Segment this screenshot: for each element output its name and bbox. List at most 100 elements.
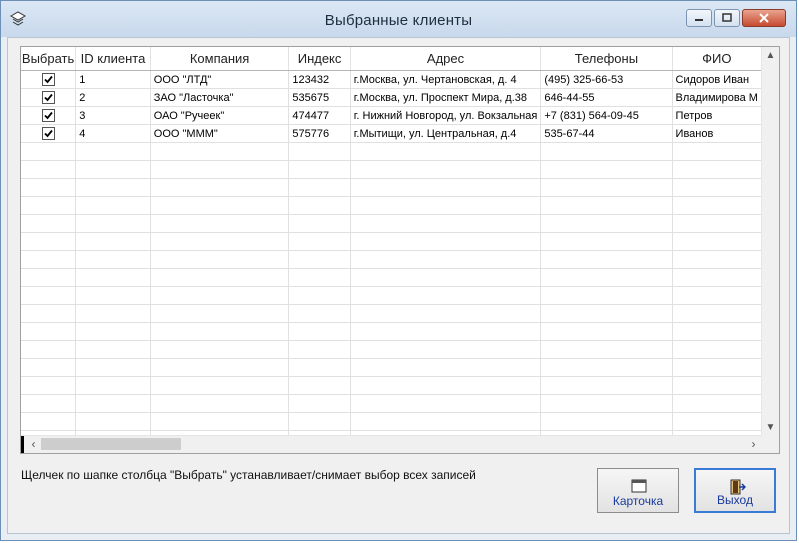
empty-cell	[288, 286, 351, 305]
empty-cell	[150, 286, 290, 305]
cell-index[interactable]: 474477	[288, 106, 351, 125]
empty-row	[21, 232, 762, 251]
column-header-fio[interactable]: ФИО	[672, 47, 762, 71]
table-row[interactable]: 3 ОАО "Ручеек" 474477 г. Нижний Новгород, у…	[21, 106, 762, 125]
cell-fio[interactable]: Владимирова М	[672, 88, 762, 107]
select-cell[interactable]	[21, 124, 77, 143]
select-cell[interactable]	[21, 106, 77, 125]
empty-cell	[75, 376, 151, 395]
cell-address[interactable]: г.Мытищи, ул. Центральная, д.4	[350, 124, 542, 143]
empty-cell	[21, 178, 77, 197]
select-checkbox[interactable]	[41, 127, 55, 140]
minimize-button[interactable]	[686, 9, 712, 27]
empty-cell	[150, 232, 290, 251]
empty-cell	[75, 232, 151, 251]
column-header-id[interactable]: ID клиента	[75, 47, 151, 71]
empty-cell	[540, 394, 673, 413]
empty-cell	[21, 268, 77, 287]
cell-phones[interactable]: 646-44-55	[540, 88, 673, 107]
empty-cell	[150, 142, 290, 161]
scroll-right-icon[interactable]: ›	[745, 436, 762, 453]
cell-index[interactable]: 575776	[288, 124, 351, 143]
empty-cell	[350, 268, 542, 287]
vertical-scrollbar[interactable]: ▲ ▼	[761, 47, 779, 436]
empty-cell	[75, 322, 151, 341]
empty-cell	[75, 214, 151, 233]
title-bar[interactable]: Выбранные клиенты	[1, 1, 796, 37]
select-checkbox[interactable]	[41, 91, 55, 104]
empty-cell	[21, 286, 77, 305]
column-header-index[interactable]: Индекс	[288, 47, 351, 71]
cell-id[interactable]: 1	[75, 70, 151, 89]
empty-row	[21, 412, 762, 431]
cell-address[interactable]: г. Нижний Новгород, ул. Вокзальная	[350, 106, 542, 125]
scroll-down-icon[interactable]: ▼	[762, 419, 779, 436]
cell-phones[interactable]: +7 (831) 564-09-45	[540, 106, 673, 125]
cell-phones[interactable]: (495) 325-66-53	[540, 70, 673, 89]
column-header-address[interactable]: Адрес	[350, 47, 542, 71]
empty-cell	[288, 160, 351, 179]
scroll-up-icon[interactable]: ▲	[762, 47, 779, 64]
cell-phones[interactable]: 535-67-44	[540, 124, 673, 143]
empty-row	[21, 178, 762, 197]
empty-cell	[150, 322, 290, 341]
cell-address[interactable]: г.Москва, ул. Проспект Мира, д.38	[350, 88, 542, 107]
table-row[interactable]: 1 ООО "ЛТД" 123432 г.Москва, ул. Чертановск…	[21, 70, 762, 89]
column-header-select[interactable]: Выбрать	[21, 47, 77, 71]
cell-index[interactable]: 535675	[288, 88, 351, 107]
column-header-company[interactable]: Компания	[150, 47, 290, 71]
cell-company[interactable]: ООО "МММ"	[150, 124, 290, 143]
empty-cell	[350, 286, 542, 305]
empty-cell	[288, 232, 351, 251]
empty-cell	[540, 196, 673, 215]
horizontal-scroll-thumb[interactable]	[41, 438, 181, 450]
cell-company[interactable]: ООО "ЛТД"	[150, 70, 290, 89]
cell-id[interactable]: 2	[75, 88, 151, 107]
empty-cell	[288, 376, 351, 395]
empty-cell	[540, 376, 673, 395]
empty-cell	[21, 376, 77, 395]
empty-cell	[350, 412, 542, 431]
maximize-button[interactable]	[714, 9, 740, 27]
empty-row	[21, 304, 762, 323]
column-header-phones[interactable]: Телефоны	[540, 47, 673, 71]
select-cell[interactable]	[21, 70, 77, 89]
cell-address[interactable]: г.Москва, ул. Чертановская, д. 4	[350, 70, 542, 89]
card-button[interactable]: Карточка	[597, 468, 679, 513]
clients-grid[interactable]: Выбрать ID клиента Компания Индекс Адрес…	[20, 46, 780, 454]
empty-row	[21, 322, 762, 341]
select-checkbox[interactable]	[41, 109, 55, 122]
cell-company[interactable]: ЗАО "Ласточка"	[150, 88, 290, 107]
empty-cell	[150, 394, 290, 413]
close-button[interactable]	[742, 9, 786, 27]
table-row[interactable]: 4 ООО "МММ" 575776 г.Мытищи, ул. Центральна…	[21, 124, 762, 143]
empty-cell	[21, 142, 77, 161]
empty-row	[21, 286, 762, 305]
empty-cell	[540, 268, 673, 287]
select-checkbox[interactable]	[41, 73, 55, 86]
empty-cell	[350, 394, 542, 413]
select-cell[interactable]	[21, 88, 77, 107]
clients-table: Выбрать ID клиента Компания Индекс Адрес…	[21, 47, 762, 436]
horizontal-scrollbar[interactable]: ‹ ›	[21, 435, 762, 453]
empty-cell	[350, 322, 542, 341]
empty-cell	[288, 304, 351, 323]
window-title: Выбранные клиенты	[324, 12, 473, 29]
cell-index[interactable]: 123432	[288, 70, 351, 89]
empty-row	[21, 394, 762, 413]
cell-fio[interactable]: Петров	[672, 106, 762, 125]
scroll-left-icon[interactable]: ‹	[25, 436, 42, 453]
cell-company[interactable]: ОАО "Ручеек"	[150, 106, 290, 125]
empty-cell	[672, 232, 762, 251]
cell-id[interactable]: 4	[75, 124, 151, 143]
empty-cell	[21, 304, 77, 323]
exit-button[interactable]: Выход	[694, 468, 776, 513]
empty-cell	[672, 322, 762, 341]
table-row[interactable]: 2 ЗАО "Ласточка" 535675 г.Москва, ул. Просп…	[21, 88, 762, 107]
empty-cell	[350, 178, 542, 197]
cell-fio[interactable]: Иванов	[672, 124, 762, 143]
cell-fio[interactable]: Сидоров Иван	[672, 70, 762, 89]
empty-cell	[540, 358, 673, 377]
cell-id[interactable]: 3	[75, 106, 151, 125]
empty-row	[21, 340, 762, 359]
